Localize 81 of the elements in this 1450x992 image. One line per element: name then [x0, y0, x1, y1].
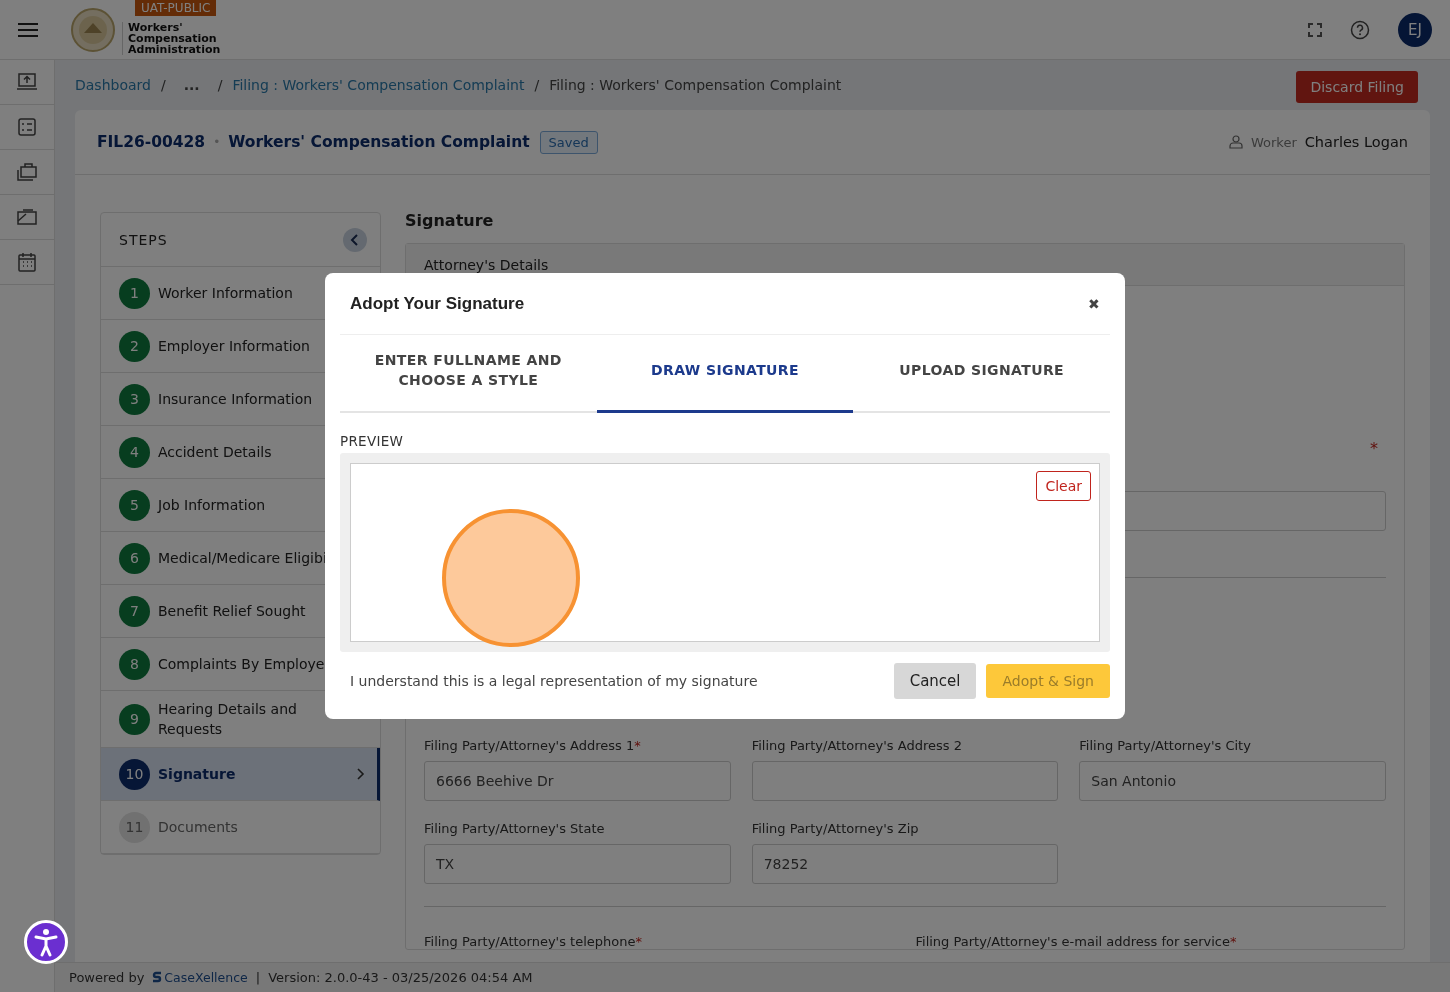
person-icon: [1228, 135, 1243, 149]
field-label: Filing Party/Attorney's State: [424, 821, 606, 836]
status-badge: Saved: [539, 130, 598, 154]
calendar-icon[interactable]: [18, 252, 36, 272]
seal-logo-icon: [70, 6, 116, 53]
section-title: Signature: [405, 212, 495, 230]
step-number: 9: [119, 703, 150, 735]
collapse-chevron-icon[interactable]: [343, 227, 367, 252]
text-field[interactable]: TX: [424, 844, 731, 884]
step-number: 8: [119, 648, 150, 680]
breadcrumb-item: ...: [182, 77, 201, 93]
step-number: 10: [119, 758, 150, 790]
worker-name: Charles Logan: [1304, 134, 1408, 150]
step-label: Documents: [158, 819, 239, 835]
version-text: Version: 2.0.0-43 - 03/25/2026 04:54 AM: [268, 970, 533, 985]
breadcrumb-separator: /: [217, 77, 223, 93]
step-label: Worker Information: [158, 285, 294, 301]
user-avatar[interactable]: EJ: [1398, 12, 1432, 47]
breadcrumb-link[interactable]: Dashboard: [75, 77, 151, 93]
panel-title: Attorney's Details: [424, 256, 549, 273]
step-label: Signature: [158, 766, 237, 782]
powered-by-text: Powered by: [69, 970, 145, 985]
worker-label: Worker: [1250, 134, 1297, 150]
help-icon[interactable]: [1350, 19, 1370, 40]
environment-badge: UAT-PUBLIC: [135, 0, 217, 16]
menu-icon[interactable]: [18, 21, 38, 38]
step-item[interactable]: 10 Signature: [101, 748, 380, 801]
breadcrumb-separator: /: [534, 77, 540, 93]
picture-icon[interactable]: [17, 209, 37, 225]
accessibility-icon[interactable]: [24, 920, 68, 964]
step-label: Benefit Relief Sought: [158, 603, 307, 619]
dialog-tab[interactable]: UPLOAD SIGNATURE: [853, 335, 1110, 413]
field-label: Filing Party/Attorney's telephone*: [424, 934, 643, 949]
separator-dot: •: [213, 135, 221, 149]
filing-title: Workers' Compensation Complaint: [228, 133, 530, 151]
text-field[interactable]: San Antonio: [1079, 761, 1386, 801]
step-label: Complaints By Employe: [158, 656, 326, 672]
step-label: Hearing Details and Requests: [158, 700, 298, 739]
briefcase-icon[interactable]: [17, 163, 37, 181]
text-field[interactable]: 78252: [751, 844, 1059, 884]
chevron-right-icon: [357, 768, 365, 780]
step-label: Job Information: [158, 497, 267, 513]
filing-id: FIL26-00428: [97, 133, 206, 151]
brand-logo-icon: [152, 970, 163, 985]
step-number: 11: [119, 811, 150, 843]
checklist-icon[interactable]: [18, 118, 36, 136]
step-number: 6: [119, 542, 150, 574]
field-label: Filing Party/Attorney's Address 2: [751, 738, 963, 753]
logo-text: Administration: [128, 44, 221, 55]
field-label: Filing Party/Attorney's e-mail address for service*: [915, 934, 1238, 949]
step-label: Accident Details: [158, 444, 273, 460]
clear-button[interactable]: Clear: [1036, 471, 1091, 501]
text-field[interactable]: [751, 761, 1059, 801]
field-label: Filing Party/Attorney's Address 1*: [424, 738, 642, 753]
field-label: Filing Party/Attorney's Zip: [751, 821, 920, 836]
required-mark: *: [1370, 439, 1378, 458]
brand-name: CaseXellence: [164, 970, 248, 985]
step-number: 4: [119, 436, 150, 468]
text-field[interactable]: 6666 Beehive Dr: [424, 761, 731, 801]
step-number: 5: [119, 489, 150, 521]
breadcrumb-separator: /: [160, 77, 166, 93]
fullscreen-icon[interactable]: [1308, 22, 1322, 37]
steps-title: STEPS: [119, 231, 168, 248]
step-number: 1: [119, 277, 150, 309]
laptop-upload-icon[interactable]: [17, 73, 37, 91]
breadcrumb-link[interactable]: Filing : Workers' Compensation Complaint: [232, 77, 525, 93]
footer-separator: |: [255, 970, 261, 985]
step-number: 7: [119, 595, 150, 627]
logo-text: Workers': [128, 22, 184, 33]
step-number: 3: [119, 383, 150, 415]
logo-text: Compensation: [128, 33, 217, 44]
field-label: Filing Party/Attorney's City: [1079, 738, 1252, 753]
step-label: Insurance Information: [158, 391, 314, 407]
discard-filing-button[interactable]: Discard Filing: [1296, 71, 1418, 103]
close-button[interactable]: ✖: [1088, 295, 1100, 312]
cancel-button[interactable]: Cancel: [893, 663, 977, 699]
dialog-tab[interactable]: DRAW SIGNATURE: [596, 335, 854, 413]
step-item[interactable]: 11 Documents: [101, 801, 380, 854]
breadcrumb-item: Filing : Workers' Compensation Complaint: [549, 77, 842, 93]
step-number: 2: [119, 330, 150, 362]
step-label: Employer Information: [158, 338, 311, 354]
